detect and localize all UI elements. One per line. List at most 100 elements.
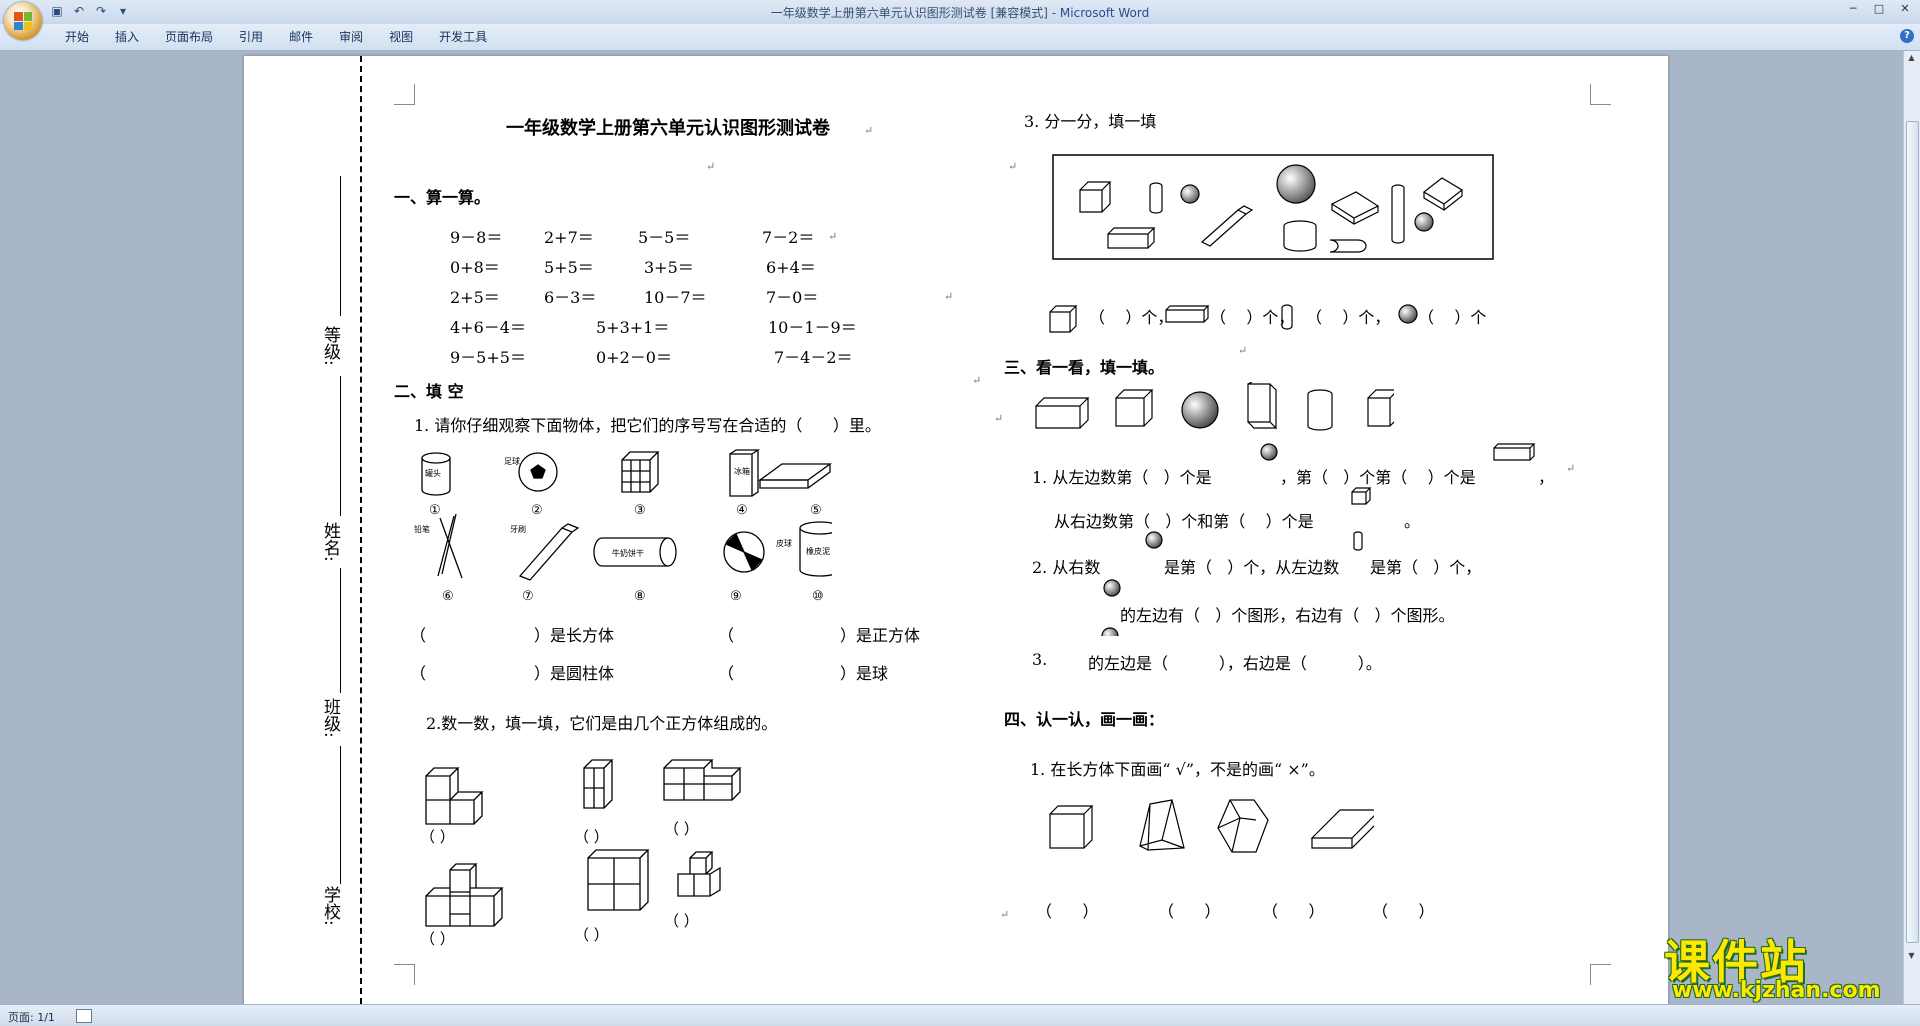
watermark-url: www.kjzhan.com bbox=[1672, 978, 1881, 1003]
calc-item: 2+7＝ bbox=[544, 228, 594, 247]
section-3-heading: 三、看一看，填一填。 bbox=[1004, 358, 1165, 377]
tab-review[interactable]: 审阅 bbox=[326, 29, 376, 45]
tab-view[interactable]: 视图 bbox=[376, 29, 426, 45]
object-number: ⑨ bbox=[730, 589, 742, 604]
object-text: 冰箱 bbox=[734, 466, 750, 476]
tab-references[interactable]: 引用 bbox=[226, 29, 276, 45]
fill-open-paren: （ bbox=[410, 626, 427, 645]
object-number: ⑤ bbox=[810, 503, 822, 518]
corner-mark-bottom-right bbox=[1590, 964, 1611, 985]
count-cylinder[interactable]: （ ）个， bbox=[1306, 304, 1390, 328]
count-paren[interactable]: （ ） bbox=[574, 828, 609, 846]
page-title: 一年级数学上册第六单元认识图形测试卷 bbox=[506, 118, 830, 139]
mixed-shapes-box bbox=[1052, 154, 1494, 260]
calc-item: 10－1－9＝ bbox=[768, 318, 857, 337]
count-paren[interactable]: （ ） bbox=[664, 820, 699, 838]
scrollbar-thumb[interactable] bbox=[1906, 121, 1919, 943]
vertical-scrollbar[interactable]: ▲ ▼ bbox=[1903, 51, 1920, 1004]
shape-row-figure bbox=[1035, 382, 1394, 431]
fill-sphere[interactable]: ）是球 bbox=[840, 660, 888, 684]
s3-line1-b[interactable]: ，第（ ）个第（ ）个是 bbox=[1280, 464, 1476, 488]
fill-cylinder[interactable]: ）是圆柱体 bbox=[534, 660, 614, 684]
object-number: ③ bbox=[634, 503, 646, 518]
paragraph-mark: ↵ bbox=[1566, 462, 1576, 475]
count-sphere[interactable]: （ ）个 bbox=[1418, 304, 1486, 328]
maximize-button[interactable]: □ bbox=[1866, 0, 1892, 18]
tab-home[interactable]: 开始 bbox=[52, 29, 102, 45]
calc-item: 4+6－4＝ bbox=[450, 318, 526, 337]
close-button[interactable]: ✕ bbox=[1892, 0, 1918, 18]
paragraph-mark: ↵ bbox=[972, 374, 982, 387]
count-paren[interactable]: （ ） bbox=[664, 912, 699, 930]
s3-line5-b[interactable]: 的左边是（ ），右边是（ ）。 bbox=[1088, 650, 1382, 674]
office-logo-icon bbox=[14, 12, 32, 30]
s3-line1-c: ， bbox=[1538, 468, 1555, 487]
fill-cuboid[interactable]: ）是长方体 bbox=[534, 622, 614, 646]
object-number: ⑥ bbox=[442, 589, 454, 604]
fill-open-paren: （ bbox=[410, 664, 427, 683]
s3-line5-a: 3. bbox=[1032, 650, 1048, 669]
question-1-3: 3. 分一分，填一填 bbox=[1024, 112, 1157, 131]
paragraph-mark: ↵ bbox=[994, 412, 1004, 425]
grade-label: 等级: bbox=[320, 326, 340, 366]
answer-paren[interactable]: （ ） bbox=[1372, 898, 1435, 922]
name-label: 姓名: bbox=[320, 522, 340, 562]
scroll-up-icon[interactable]: ▲ bbox=[1906, 53, 1917, 63]
answer-paren[interactable]: （ ） bbox=[1158, 898, 1221, 922]
s3-line4[interactable]: 的左边有（ ）个图形，右边有（ ）个图形。 bbox=[1120, 602, 1455, 626]
objects-figure: 罐头 足球 冰箱 铅笔 牙刷 牛奶饼干 皮球 橡皮泥 ① ② ③ ④ ⑤ ⑥ ⑦… bbox=[414, 449, 832, 604]
object-number: ⑦ bbox=[522, 589, 534, 604]
school-label: 学校: bbox=[320, 886, 340, 926]
calc-item: 2+5＝ bbox=[450, 288, 500, 307]
count-cube[interactable]: （ ）个， bbox=[1089, 304, 1173, 328]
count-paren[interactable]: （ ） bbox=[574, 926, 609, 944]
answer-paren[interactable]: （ ） bbox=[1262, 898, 1325, 922]
minimize-button[interactable]: ─ bbox=[1840, 0, 1866, 18]
solids-figure bbox=[1049, 799, 1374, 853]
page-count[interactable]: 页面: 1/1 bbox=[8, 1009, 55, 1025]
calc-item: 9－8＝ bbox=[450, 228, 503, 247]
paragraph-mark: ↵ bbox=[706, 160, 716, 173]
s3-line3-c[interactable]: 是第（ ）个， bbox=[1370, 554, 1481, 578]
paragraph-mark: ↵ bbox=[864, 124, 874, 137]
fill-open-paren: （ bbox=[718, 626, 735, 645]
scroll-down-icon[interactable]: ▼ bbox=[1906, 951, 1917, 961]
object-text: 橡皮泥 bbox=[806, 546, 830, 556]
corner-mark-top-left bbox=[394, 84, 415, 105]
tab-mailings[interactable]: 邮件 bbox=[276, 29, 326, 45]
macro-recording-icon[interactable] bbox=[76, 1009, 92, 1023]
tab-developer[interactable]: 开发工具 bbox=[426, 29, 500, 45]
window-title: 一年级数学上册第六单元认识图形测试卷 [兼容模式] - Microsoft Wo… bbox=[0, 4, 1920, 21]
cube-stacks-figure: （ ） （ ） （ ） （ ） （ ） （ ） bbox=[424, 759, 742, 946]
title-bar: ▣ ↶ ↷ ▾ 一年级数学上册第六单元认识图形测试卷 [兼容模式] - Micr… bbox=[0, 0, 1920, 25]
binding-line bbox=[340, 746, 341, 884]
calc-item: 10－7＝ bbox=[644, 288, 707, 307]
answer-paren[interactable]: （ ） bbox=[1036, 898, 1099, 922]
s3-line3-a: 2. 从右数 bbox=[1032, 558, 1101, 577]
document-title: 一年级数学上册第六单元认识图形测试卷 [兼容模式] - bbox=[770, 6, 1060, 20]
binding-line bbox=[340, 176, 341, 316]
kjzhan-watermark: 课件站 www.kjzhan.com bbox=[1664, 926, 1894, 1006]
calc-item: 5+3+1＝ bbox=[596, 318, 670, 337]
s3-line3-b[interactable]: 是第（ ）个，从左边数 bbox=[1164, 554, 1339, 578]
count-paren[interactable]: （ ） bbox=[424, 828, 455, 846]
ribbon: 开始 插入 页面布局 引用 邮件 审阅 视图 开发工具 ? bbox=[0, 24, 1920, 51]
paragraph-mark: ↵ bbox=[1238, 344, 1248, 357]
tab-page-layout[interactable]: 页面布局 bbox=[152, 29, 226, 45]
document-page[interactable]: 等级: 姓名: 班级: 学校: 一年级数学上册第六单元认识图形测试卷 一、算一算… bbox=[244, 56, 1668, 1004]
help-icon[interactable]: ? bbox=[1900, 29, 1914, 43]
section-2-heading: 二、填 空 bbox=[394, 382, 464, 401]
object-text: 皮球 bbox=[776, 538, 792, 548]
fill-cube[interactable]: ）是正方体 bbox=[840, 622, 920, 646]
s3-line2-a[interactable]: 从右边数第（ ）个和第（ ）个是 bbox=[1054, 508, 1314, 532]
section-1-heading: 一、算一算。 bbox=[394, 188, 491, 207]
object-text: 牛奶饼干 bbox=[612, 548, 644, 558]
paragraph-mark: ↵ bbox=[1008, 160, 1018, 173]
count-cuboid[interactable]: （ ）个， bbox=[1210, 304, 1294, 328]
paragraph-mark: ↵ bbox=[828, 230, 838, 243]
s3-line1-a[interactable]: 1. 从左边数第（ ）个是 bbox=[1032, 464, 1212, 488]
tab-insert[interactable]: 插入 bbox=[102, 29, 152, 45]
office-button[interactable] bbox=[4, 2, 42, 40]
binding-line bbox=[340, 568, 341, 693]
count-paren[interactable]: （ ） bbox=[424, 930, 455, 946]
